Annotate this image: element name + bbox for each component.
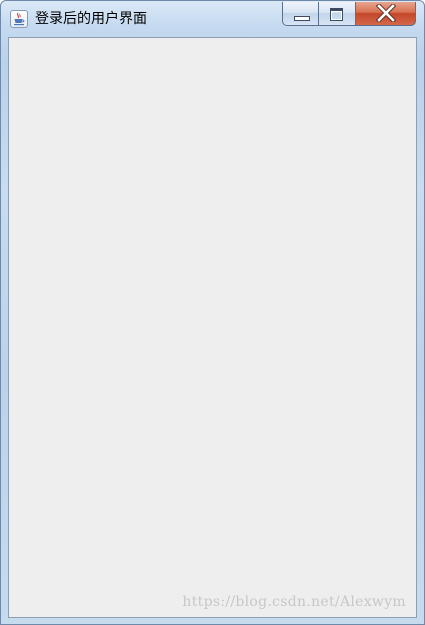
close-button[interactable] bbox=[356, 2, 416, 26]
minimize-icon bbox=[294, 16, 310, 21]
application-window: 登录后的用户界面 https://blog.csdn.net/Alexwym bbox=[0, 0, 425, 625]
caption-buttons bbox=[282, 2, 416, 26]
maximize-icon bbox=[330, 8, 343, 21]
window-title: 登录后的用户界面 bbox=[35, 11, 147, 27]
java-cup-icon[interactable] bbox=[10, 10, 28, 28]
minimize-button[interactable] bbox=[282, 2, 319, 26]
title-bar[interactable]: 登录后的用户界面 bbox=[1, 1, 424, 35]
maximize-button[interactable] bbox=[319, 2, 356, 26]
watermark-text: https://blog.csdn.net/Alexwym bbox=[182, 594, 406, 610]
close-icon bbox=[375, 2, 397, 26]
content-panel: https://blog.csdn.net/Alexwym bbox=[8, 37, 417, 618]
